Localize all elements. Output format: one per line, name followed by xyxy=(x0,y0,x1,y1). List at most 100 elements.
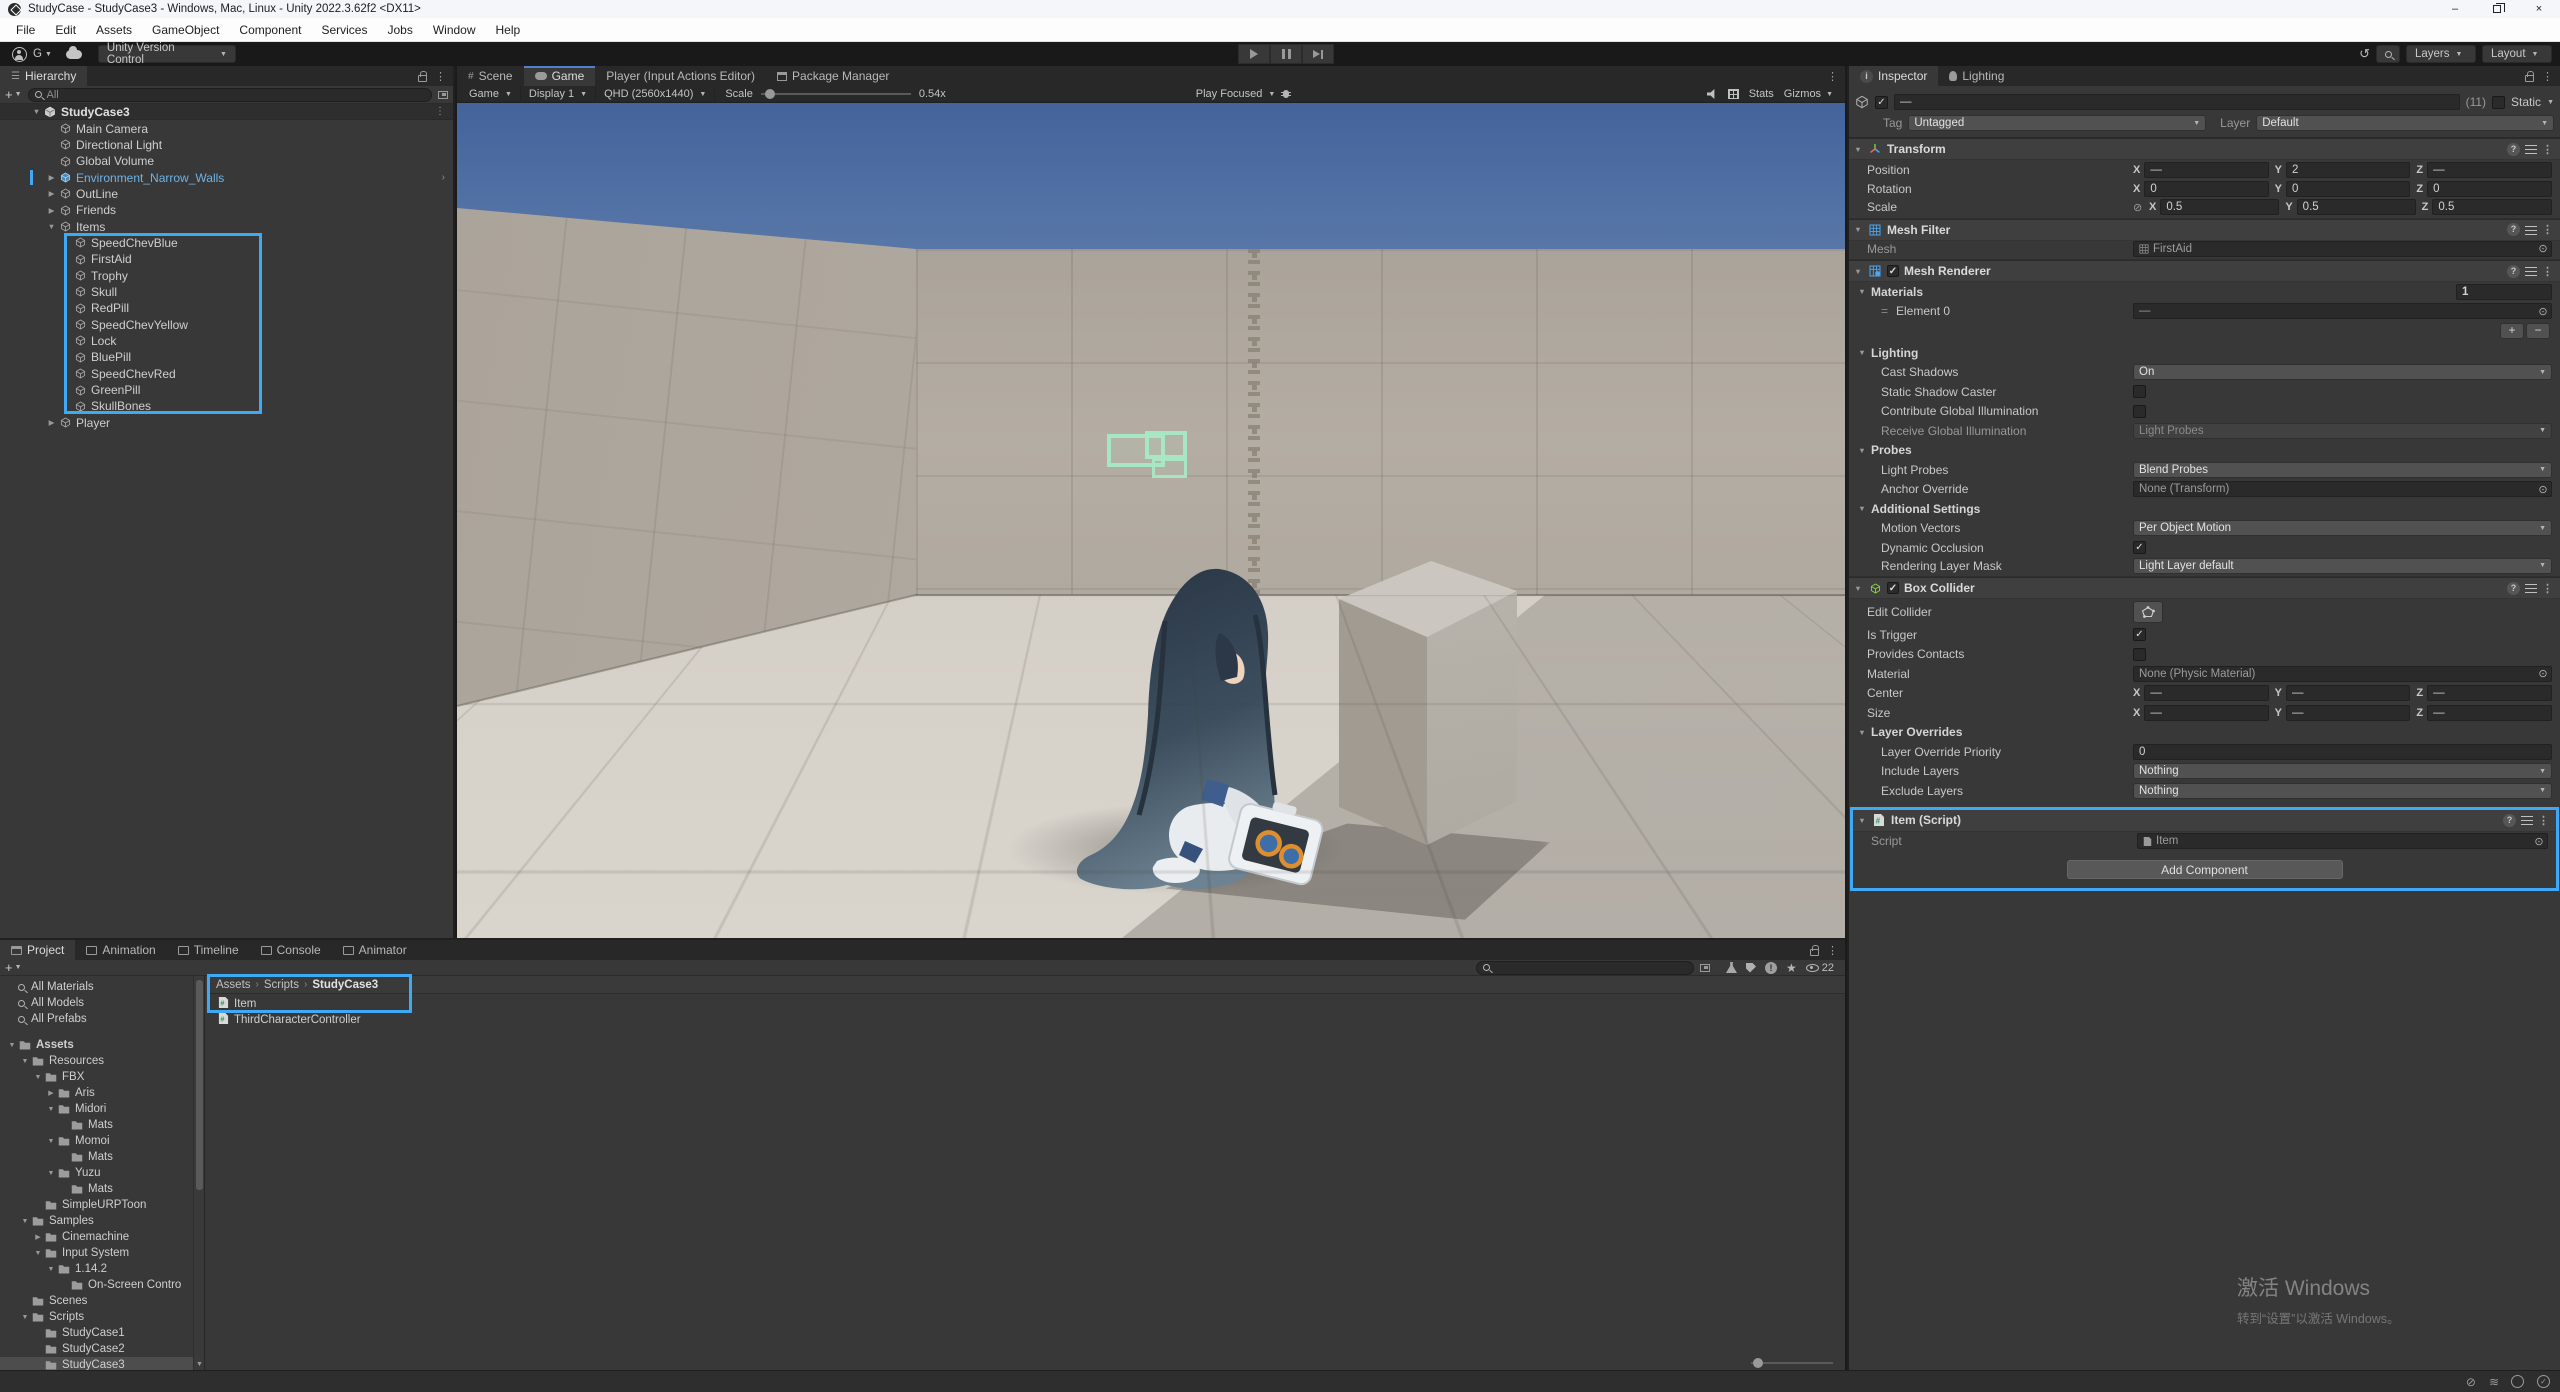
scale-z-field[interactable]: 0.5 xyxy=(2432,199,2552,216)
menu-help[interactable]: Help xyxy=(486,18,531,42)
display-dropdown[interactable]: Display 1 ▼ xyxy=(521,85,597,103)
project-folder-studycase3[interactable]: StudyCase3 xyxy=(0,1357,204,1370)
asset-item[interactable]: # Item xyxy=(206,996,1845,1012)
layer-overrides-foldout[interactable]: ▼ Layer Overrides xyxy=(1849,723,2560,743)
preset-icon[interactable] xyxy=(2521,815,2533,825)
hidden-count-toggle[interactable]: 22 xyxy=(1805,962,1834,974)
menu-component[interactable]: Component xyxy=(229,18,311,42)
project-folder-studycase1[interactable]: StudyCase1 xyxy=(0,1325,204,1341)
layers-dropdown[interactable]: Layers ▼ xyxy=(2406,45,2476,63)
edit-collider-button[interactable] xyxy=(2133,601,2163,623)
debug-icon[interactable] xyxy=(1281,88,1292,100)
foldout-arrow-icon[interactable]: ▼ xyxy=(19,1218,31,1225)
gizmos-dropdown[interactable]: Gizmos ▼ xyxy=(1784,88,1833,100)
mesh-object-field[interactable]: FirstAid ⊙ xyxy=(2133,240,2552,257)
preset-icon[interactable] xyxy=(2525,583,2537,593)
provides-contacts-checkbox[interactable] xyxy=(2133,647,2146,661)
hierarchy-item-skull[interactable]: Skull xyxy=(0,284,453,300)
prefab-open-chevron-icon[interactable]: › xyxy=(442,172,445,183)
foldout-arrow-icon[interactable]: ▼ xyxy=(6,1042,18,1049)
preset-icon[interactable] xyxy=(2525,266,2537,276)
hierarchy-item-speedchevblue[interactable]: SpeedChevBlue xyxy=(0,235,453,251)
object-picker-icon[interactable]: ⊙ xyxy=(2535,242,2551,255)
lock-icon[interactable] xyxy=(2525,70,2534,82)
layer-dropdown[interactable]: Default ▼ xyxy=(2256,115,2555,131)
box-collider-enabled-checkbox[interactable]: ✓ xyxy=(1887,582,1899,594)
project-folder-resources[interactable]: ▼ Resources xyxy=(0,1053,204,1069)
active-checkbox[interactable]: ✓ xyxy=(1875,95,1888,109)
add-material-button[interactable]: + xyxy=(2500,323,2524,339)
project-folder-momoi[interactable]: ▼ Momoi xyxy=(0,1133,204,1149)
help-icon[interactable]: ? xyxy=(2507,264,2520,278)
foldout-arrow-icon[interactable]: ▼ xyxy=(45,1170,57,1177)
cache-server-icon[interactable]: ≋ xyxy=(2489,1375,2499,1389)
hierarchy-item-lock[interactable]: Lock xyxy=(0,333,453,349)
importance-filter-icon[interactable]: ! xyxy=(1764,961,1777,974)
item-script-component-header[interactable]: ▼ # Item (Script) ? ⋮ xyxy=(1853,809,2556,832)
size-y-field[interactable]: — xyxy=(2286,704,2411,721)
kebab-menu-icon[interactable]: ⋮ xyxy=(1827,70,1838,83)
close-button[interactable]: × xyxy=(2518,0,2560,18)
menu-assets[interactable]: Assets xyxy=(86,18,142,42)
label-filter-icon[interactable] xyxy=(1745,962,1756,973)
kebab-menu-icon[interactable]: ⋮ xyxy=(2542,70,2553,83)
foldout-arrow-icon[interactable]: ▶ xyxy=(45,1089,57,1097)
additional-settings-foldout[interactable]: ▼ Additional Settings xyxy=(1849,499,2560,519)
help-icon[interactable]: ? xyxy=(2503,813,2516,827)
scale-slider-knob[interactable] xyxy=(764,89,775,99)
account-dropdown[interactable]: G ▼ xyxy=(33,48,52,60)
tab-animator[interactable]: Animator xyxy=(331,940,418,960)
lighting-foldout[interactable]: ▼ Lighting xyxy=(1849,343,2560,363)
lock-icon[interactable] xyxy=(418,70,427,82)
menu-jobs[interactable]: Jobs xyxy=(377,18,422,42)
hierarchy-item-studycase3[interactable]: ▼ StudyCase3 ⋮ xyxy=(0,104,453,121)
icon-size-knob[interactable] xyxy=(1753,1358,1763,1368)
size-x-field[interactable]: — xyxy=(2144,704,2269,721)
account-avatar-icon[interactable] xyxy=(12,46,27,62)
include-layers-dropdown[interactable]: Nothing ▼ xyxy=(2133,763,2552,780)
project-folder-aris[interactable]: ▶ Aris xyxy=(0,1085,204,1101)
gameobject-name-field[interactable]: — xyxy=(1894,94,2460,110)
project-folder-assets[interactable]: ▼ Assets xyxy=(0,1037,204,1053)
rotation-x-field[interactable]: 0 xyxy=(2144,181,2269,198)
scale-x-field[interactable]: 0.5 xyxy=(2160,199,2280,216)
step-button[interactable] xyxy=(1302,44,1334,64)
static-shadow-caster-checkbox[interactable] xyxy=(2133,385,2146,399)
hierarchy-item-friends[interactable]: ▶ Friends xyxy=(0,202,453,218)
position-z-field[interactable]: — xyxy=(2427,161,2553,178)
object-picker-icon[interactable]: ⊙ xyxy=(2531,835,2547,848)
drag-handle-icon[interactable]: = xyxy=(1881,304,1888,318)
hierarchy-item-outline[interactable]: ▶ OutLine xyxy=(0,186,453,202)
play-button[interactable] xyxy=(1238,44,1270,64)
create-asset-button[interactable]: + ▼ xyxy=(5,960,22,975)
tab-player-input-actions[interactable]: Player (Input Actions Editor) xyxy=(595,66,767,86)
hierarchy-item-firstaid[interactable]: FirstAid xyxy=(0,251,453,267)
center-x-field[interactable]: — xyxy=(2144,685,2269,702)
menu-file[interactable]: File xyxy=(6,18,45,42)
size-z-field[interactable]: — xyxy=(2427,704,2553,721)
open-window-icon[interactable] xyxy=(1699,963,1710,972)
motion-vectors-dropdown[interactable]: Per Object Motion ▼ xyxy=(2133,520,2552,537)
project-folder-samples[interactable]: ▼ Samples xyxy=(0,1213,204,1229)
object-picker-icon[interactable]: ⊙ xyxy=(2535,305,2551,318)
exclude-layers-dropdown[interactable]: Nothing ▼ xyxy=(2133,782,2552,799)
tab-lighting[interactable]: Lighting xyxy=(1938,66,2016,86)
project-folder-input-system[interactable]: ▼ Input System xyxy=(0,1245,204,1261)
game-mode-dropdown[interactable]: Game ▼ xyxy=(461,85,521,103)
project-folder-mats[interactable]: Mats xyxy=(0,1181,204,1197)
tab-inspector[interactable]: i Inspector xyxy=(1849,66,1939,86)
foldout-arrow-icon[interactable]: ▶ xyxy=(45,189,58,198)
mesh-renderer-enabled-checkbox[interactable]: ✓ xyxy=(1887,265,1899,277)
project-search-input[interactable] xyxy=(1475,960,1694,975)
menu-gameobject[interactable]: GameObject xyxy=(142,18,229,42)
project-folder-midori[interactable]: ▼ Midori xyxy=(0,1101,204,1117)
rotation-z-field[interactable]: 0 xyxy=(2427,181,2553,198)
foldout-arrow-icon[interactable]: ▼ xyxy=(32,1074,44,1081)
box-collider-component-header[interactable]: ▼ ✓ Box Collider ? ⋮ xyxy=(1849,577,2560,599)
foldout-arrow-icon[interactable]: ▼ xyxy=(45,1266,57,1273)
menu-window[interactable]: Window xyxy=(423,18,486,42)
foldout-arrow-icon[interactable]: ▶ xyxy=(45,418,58,427)
kebab-menu-icon[interactable]: ⋮ xyxy=(435,70,446,83)
favorite-all-models[interactable]: All Models xyxy=(0,995,204,1011)
foldout-arrow-icon[interactable]: ▶ xyxy=(32,1233,44,1241)
